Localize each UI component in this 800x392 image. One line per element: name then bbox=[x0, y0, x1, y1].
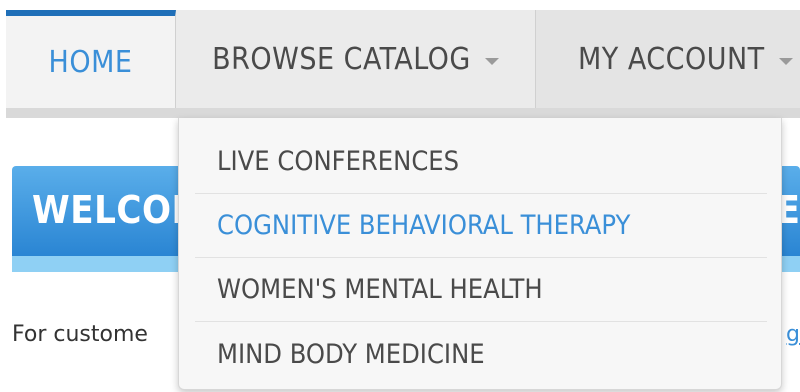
chevron-down-icon bbox=[484, 57, 499, 65]
nav-home-label: HOME bbox=[48, 44, 133, 80]
dropdown-item-cognitive-behavioral-therapy[interactable]: COGNITIVE BEHAVIORAL THERAPY bbox=[195, 194, 767, 258]
dropdown-item-label: COGNITIVE BEHAVIORAL THERAPY bbox=[217, 210, 631, 241]
nav-home[interactable]: HOME bbox=[6, 10, 176, 108]
dropdown-item-label: MIND BODY MEDICINE bbox=[217, 338, 485, 370]
nav-my-account-label: MY ACCOUNT bbox=[578, 41, 765, 77]
dropdown-item-womens-mental-health[interactable]: WOMEN'S MENTAL HEALTH bbox=[195, 258, 767, 322]
nav-browse-catalog[interactable]: BROWSE CATALOG bbox=[176, 10, 536, 108]
browse-catalog-dropdown: LIVE CONFERENCES COGNITIVE BEHAVIORAL TH… bbox=[178, 118, 782, 390]
dropdown-item-label: LIVE CONFERENCES bbox=[217, 146, 460, 177]
body-text: For custome bbox=[12, 322, 148, 347]
main-nav: HOME BROWSE CATALOG MY ACCOUNT bbox=[6, 10, 800, 118]
dropdown-item-label: WOMEN'S MENTAL HEALTH bbox=[217, 274, 543, 305]
chevron-down-icon bbox=[778, 57, 793, 65]
nav-my-account[interactable]: MY ACCOUNT bbox=[536, 10, 800, 108]
dropdown-item-live-conferences[interactable]: LIVE CONFERENCES bbox=[195, 130, 767, 194]
top-strip bbox=[0, 0, 800, 10]
nav-browse-catalog-label: BROWSE CATALOG bbox=[212, 41, 471, 77]
dropdown-item-mind-body-medicine[interactable]: MIND BODY MEDICINE bbox=[195, 322, 767, 386]
body-link[interactable]: g bbox=[786, 322, 800, 347]
